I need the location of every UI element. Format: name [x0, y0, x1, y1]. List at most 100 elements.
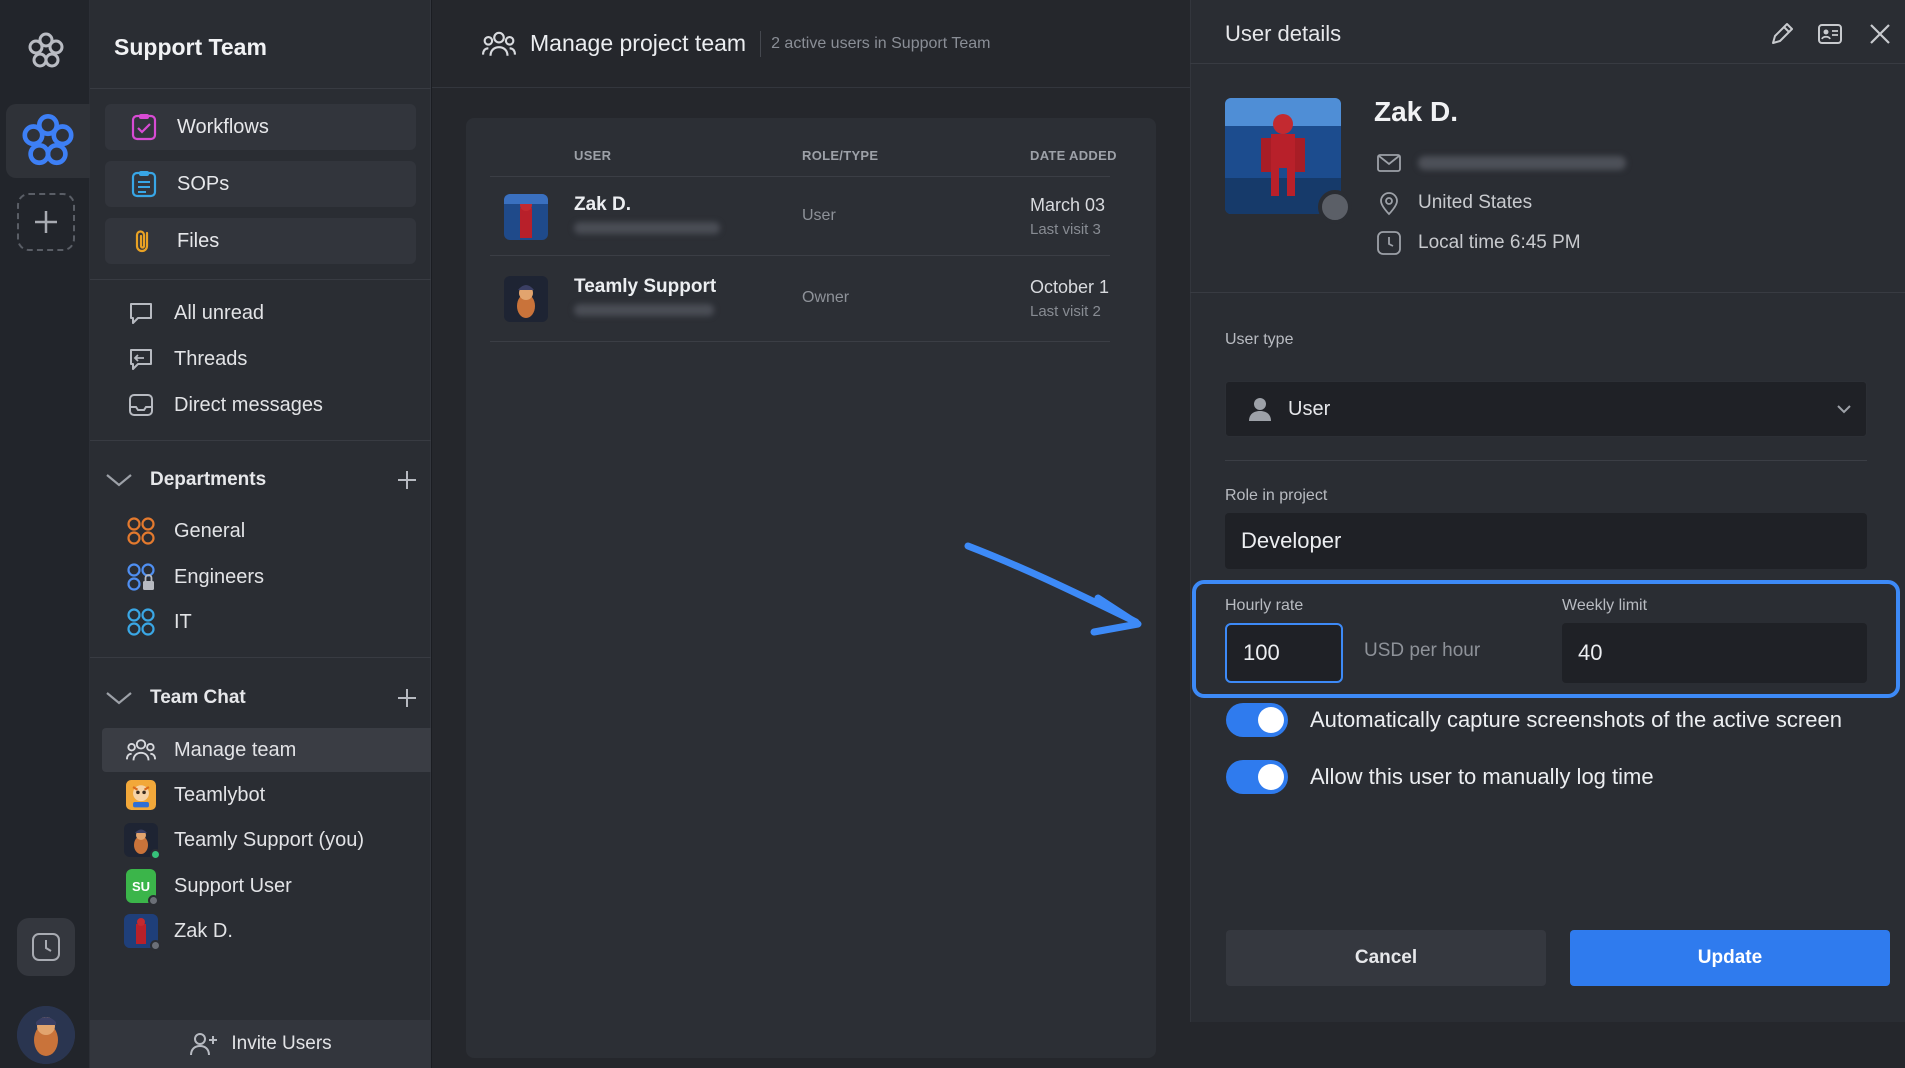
paperclip-icon — [129, 226, 159, 256]
chevron-down-icon[interactable] — [104, 688, 134, 708]
team-name: Support Team — [114, 34, 267, 60]
column-header-date[interactable]: DATE ADDED — [1030, 148, 1117, 163]
sidebar-item-label: Manage team — [174, 738, 297, 761]
add-chat-icon[interactable] — [396, 687, 418, 709]
sidebar-item-label: Direct messages — [174, 393, 323, 416]
sidebar-card-files[interactable]: Files — [105, 218, 416, 264]
team-group-icon — [482, 29, 516, 59]
user-local-time: Local time 6:45 PM — [1376, 230, 1581, 256]
zak-d-avatar — [504, 194, 548, 240]
divider — [1190, 292, 1905, 293]
divider — [90, 279, 431, 280]
weekly-limit-input[interactable]: 40 — [1562, 623, 1867, 683]
role-input[interactable]: Developer — [1225, 513, 1867, 569]
divider — [90, 440, 431, 441]
sidebar-item-support-user[interactable]: SU Support User — [126, 868, 292, 906]
divider — [90, 657, 431, 658]
divider — [90, 88, 431, 89]
details-title: User details — [1225, 21, 1342, 46]
chevron-down-icon[interactable] — [104, 470, 134, 490]
role-label: Role in project — [1225, 487, 1328, 504]
departments-title: Departments — [150, 469, 267, 490]
invite-users-button[interactable]: Invite Users — [90, 1020, 431, 1068]
mail-icon — [1376, 150, 1402, 176]
edit-pencil-icon[interactable] — [1768, 20, 1796, 48]
page-title: Manage project team — [530, 30, 747, 56]
sidebar-item-all-unread[interactable]: All unread — [126, 295, 264, 331]
sidebar-item-general[interactable]: General — [126, 513, 245, 549]
column-header-role[interactable]: ROLE/TYPE — [802, 148, 878, 163]
support-user-avatar: SU — [126, 869, 159, 906]
sidebar-item-label: All unread — [174, 301, 265, 324]
sidebar-item-it[interactable]: IT — [126, 604, 192, 640]
sidebar-item-manage-team[interactable]: Manage team — [126, 732, 296, 768]
add-department-icon[interactable] — [396, 469, 418, 491]
offline-status-dot — [150, 940, 161, 951]
threads-icon — [126, 344, 156, 374]
profile-card-icon[interactable] — [1816, 20, 1844, 48]
department-general-icon — [126, 516, 156, 546]
divider — [1225, 460, 1867, 461]
chat-bubble-icon — [126, 298, 156, 328]
close-icon[interactable] — [1866, 20, 1894, 48]
user-type-value: User — [1288, 397, 1331, 420]
sidebar-item-label: Teamly Support (you) — [174, 828, 365, 851]
user-type-label: User type — [1225, 331, 1294, 348]
sidebar-item-label: General — [174, 519, 246, 542]
sidebar-card-workflows[interactable]: Workflows — [105, 104, 416, 150]
add-user-icon — [189, 1031, 219, 1057]
current-user-avatar[interactable] — [17, 1006, 75, 1064]
weekly-limit-label: Weekly limit — [1562, 597, 1648, 614]
screenshots-toggle[interactable] — [1226, 703, 1288, 737]
sidebar-card-sops[interactable]: SOPs — [105, 161, 416, 207]
hourly-rate-input[interactable]: 100 — [1225, 623, 1343, 683]
sidebar-item-label: Threads — [174, 347, 248, 370]
app-rail — [0, 0, 90, 1068]
team-chat-header[interactable]: Team Chat — [104, 680, 418, 716]
time-tracker-clock-icon[interactable] — [17, 918, 75, 976]
user-icon — [1246, 395, 1274, 423]
divider — [760, 30, 762, 57]
details-footer — [1190, 1022, 1905, 1068]
invite-users-label: Invite Users — [231, 1033, 332, 1054]
blurred-email — [574, 304, 714, 316]
divider — [490, 341, 1110, 342]
date-added: March 03 — [1030, 195, 1106, 215]
sidebar-item-zak-d[interactable]: Zak D. — [124, 913, 233, 951]
departments-header[interactable]: Departments — [104, 462, 418, 498]
cancel-button[interactable]: Cancel — [1226, 930, 1546, 986]
sidebar-item-engineers[interactable]: Engineers — [126, 559, 264, 595]
offline-status-dot — [148, 895, 159, 906]
column-header-user[interactable]: USER — [574, 148, 611, 163]
table-row[interactable] — [490, 177, 1110, 255]
local-time-label: Local time 6:45 PM — [1418, 232, 1581, 253]
user-type-select[interactable]: User — [1225, 381, 1867, 437]
user-full-name: Zak D. — [1374, 96, 1459, 127]
table-row[interactable] — [490, 256, 1110, 340]
workspace-support-team-icon[interactable] — [6, 104, 90, 178]
date-added: October 1 — [1030, 277, 1110, 297]
update-button[interactable]: Update — [1570, 930, 1890, 986]
teamlybot-avatar — [126, 780, 156, 810]
sidebar-item-teamly-support[interactable]: Teamly Support (you) — [124, 822, 365, 860]
sidebar-item-label: Zak D. — [174, 919, 233, 942]
location-pin-icon — [1376, 190, 1402, 216]
country-label: United States — [1418, 192, 1533, 213]
app-logo-icon[interactable] — [17, 22, 75, 80]
user-role: User — [802, 207, 836, 224]
manual-time-toggle[interactable] — [1226, 760, 1288, 794]
inbox-icon — [126, 390, 156, 420]
last-visit: Last visit 3 — [1030, 221, 1101, 238]
sidebar-item-label: Engineers — [174, 565, 265, 588]
team-group-icon — [126, 735, 156, 765]
add-workspace-icon[interactable] — [17, 193, 75, 251]
active-users-count: 2 active users in Support Team — [771, 34, 991, 52]
user-role: Owner — [802, 289, 850, 306]
sidebar-item-threads[interactable]: Threads — [126, 341, 247, 377]
department-it-icon — [126, 607, 156, 637]
sidebar-item-direct-messages[interactable]: Direct messages — [126, 387, 323, 423]
user-email — [1376, 150, 1626, 176]
user-location: United States — [1376, 190, 1532, 216]
zak-d-avatar — [124, 914, 161, 951]
sidebar-item-teamlybot[interactable]: Teamlybot — [126, 777, 265, 813]
